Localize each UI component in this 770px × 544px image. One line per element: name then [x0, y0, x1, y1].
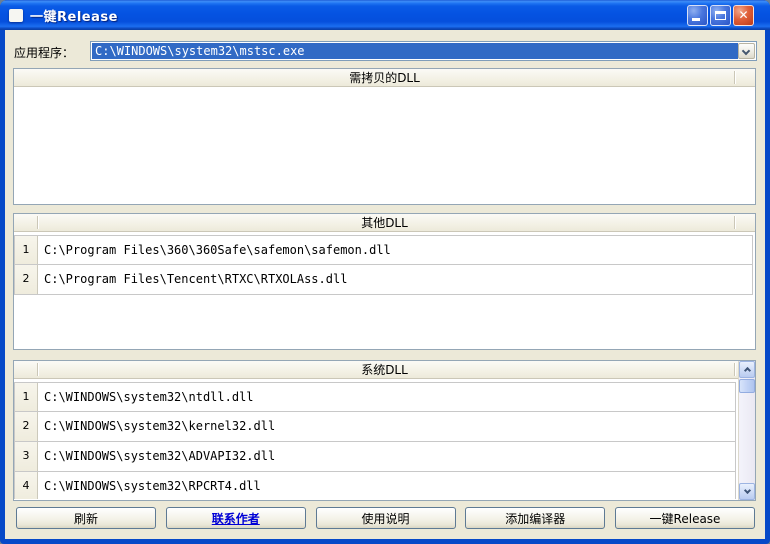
- footer-button-bar: 刷新联系作者使用说明添加编译器一键Release: [16, 507, 755, 529]
- copy-dll-title: 需拷贝的DLL: [349, 71, 420, 85]
- refresh-button[interactable]: 刷新: [16, 507, 156, 529]
- vertical-scrollbar[interactable]: [738, 361, 755, 500]
- system-dll-rows: 1C:\WINDOWS\system32\ntdll.dll2C:\WINDOW…: [14, 380, 736, 499]
- dll-path: C:\WINDOWS\system32\kernel32.dll: [38, 412, 735, 441]
- copy-dll-header: 需拷贝的DLL: [14, 69, 755, 87]
- row-number: 1: [15, 383, 38, 411]
- system-dll-header: 系统DLL: [14, 361, 755, 379]
- row-number: 3: [15, 442, 38, 471]
- app-path-label: 应用程序：: [14, 44, 74, 61]
- chevron-down-icon: [742, 47, 750, 55]
- other-dll-list[interactable]: 其他DLL 1C:\Program Files\360\360Safe\safe…: [13, 213, 756, 350]
- app-window: 一键Release ✕ 应用程序： C:\WINDOWS\system32\ms…: [0, 0, 770, 544]
- scrollbar-thumb[interactable]: [739, 379, 755, 393]
- maximize-icon: [715, 11, 726, 20]
- scroll-down-button[interactable]: [739, 483, 755, 500]
- minimize-icon: [692, 18, 700, 21]
- minimize-button[interactable]: [687, 5, 708, 26]
- row-number: 2: [15, 265, 38, 294]
- dll-row[interactable]: 1C:\WINDOWS\system32\ntdll.dll: [14, 382, 736, 412]
- app-path-value: C:\WINDOWS\system32\mstsc.exe: [92, 43, 738, 59]
- window-controls: ✕: [687, 5, 754, 26]
- other-dll-title: 其他DLL: [361, 216, 408, 230]
- app-path-combobox[interactable]: C:\WINDOWS\system32\mstsc.exe: [90, 41, 757, 61]
- header-divider: [734, 71, 735, 84]
- header-divider: [734, 363, 735, 376]
- dll-path: C:\WINDOWS\system32\ADVAPI32.dll: [38, 442, 735, 471]
- other-dll-header: 其他DLL: [14, 214, 755, 232]
- maximize-button[interactable]: [710, 5, 731, 26]
- dll-row[interactable]: 4C:\WINDOWS\system32\RPCRT4.dll: [14, 472, 736, 499]
- dll-row[interactable]: 2C:\WINDOWS\system32\kernel32.dll: [14, 412, 736, 442]
- system-dll-title: 系统DLL: [361, 363, 408, 377]
- chevron-up-icon: [744, 367, 751, 374]
- dll-path: C:\WINDOWS\system32\ntdll.dll: [38, 383, 735, 411]
- window-title: 一键Release: [30, 6, 118, 25]
- usage-help-button[interactable]: 使用说明: [316, 507, 456, 529]
- add-compiler-button[interactable]: 添加编译器: [465, 507, 605, 529]
- other-dll-rows: 1C:\Program Files\360\360Safe\safemon\sa…: [14, 233, 753, 348]
- header-divider: [37, 363, 38, 376]
- dialog-body: 应用程序： C:\WINDOWS\system32\mstsc.exe 需拷贝的…: [5, 30, 765, 539]
- scroll-up-button[interactable]: [739, 361, 755, 378]
- dll-path: C:\WINDOWS\system32\RPCRT4.dll: [38, 472, 735, 499]
- system-dll-list[interactable]: 系统DLL 1C:\WINDOWS\system32\ntdll.dll2C:\…: [13, 360, 756, 501]
- close-button[interactable]: ✕: [733, 5, 754, 26]
- row-number: 2: [15, 412, 38, 441]
- row-number: 4: [15, 472, 38, 499]
- header-divider: [734, 216, 735, 229]
- row-number: 1: [15, 236, 38, 264]
- dll-row[interactable]: 1C:\Program Files\360\360Safe\safemon\sa…: [14, 235, 753, 265]
- dll-row[interactable]: 2C:\Program Files\Tencent\RTXC\RTXOLAss.…: [14, 265, 753, 295]
- dll-row[interactable]: 3C:\WINDOWS\system32\ADVAPI32.dll: [14, 442, 736, 472]
- copy-dll-rows: [14, 88, 753, 203]
- copy-dll-list[interactable]: 需拷贝的DLL: [13, 68, 756, 205]
- contact-author-link[interactable]: 联系作者: [166, 507, 306, 529]
- combo-dropdown-button[interactable]: [738, 43, 755, 59]
- app-icon: [9, 9, 23, 22]
- close-icon: ✕: [734, 8, 753, 22]
- chevron-down-icon: [744, 487, 751, 494]
- one-click-release-button[interactable]: 一键Release: [615, 507, 755, 529]
- dll-path: C:\Program Files\Tencent\RTXC\RTXOLAss.d…: [38, 265, 752, 294]
- header-divider: [37, 216, 38, 229]
- title-bar[interactable]: 一键Release ✕: [0, 0, 770, 30]
- dll-path: C:\Program Files\360\360Safe\safemon\saf…: [38, 236, 752, 264]
